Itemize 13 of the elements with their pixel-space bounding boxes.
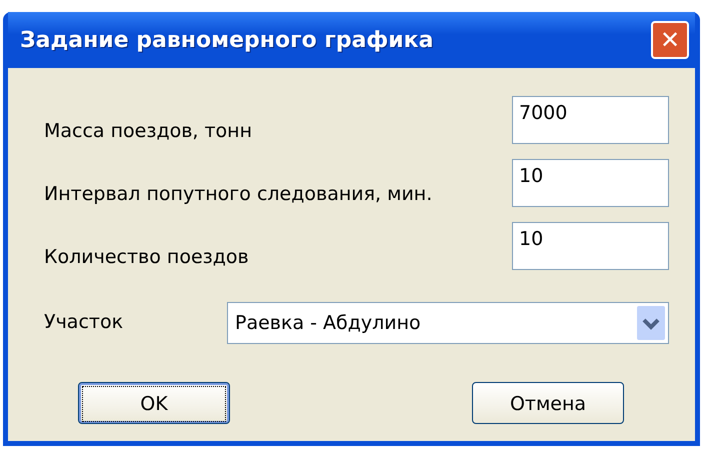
field-label: Участок [44, 311, 124, 335]
window-title: Задание равномерного графика [20, 28, 434, 52]
field-label: Количество поездов [44, 246, 249, 270]
input-field[interactable]: 10 [512, 222, 669, 270]
input-field[interactable]: 7000 [512, 96, 669, 144]
dropdown[interactable]: Раевка - Абдулино [227, 302, 669, 344]
input-field[interactable]: 10 [512, 159, 669, 207]
chevron-down-icon [637, 306, 665, 340]
dialog-button[interactable]: Отмена [472, 382, 624, 424]
field-label: Масса поездов, тонн [44, 120, 252, 144]
dialog-button[interactable]: OK [78, 382, 230, 424]
field-label: Интервал попутного следования, мин. [44, 183, 432, 207]
close-button[interactable]: ✕ [651, 21, 689, 59]
